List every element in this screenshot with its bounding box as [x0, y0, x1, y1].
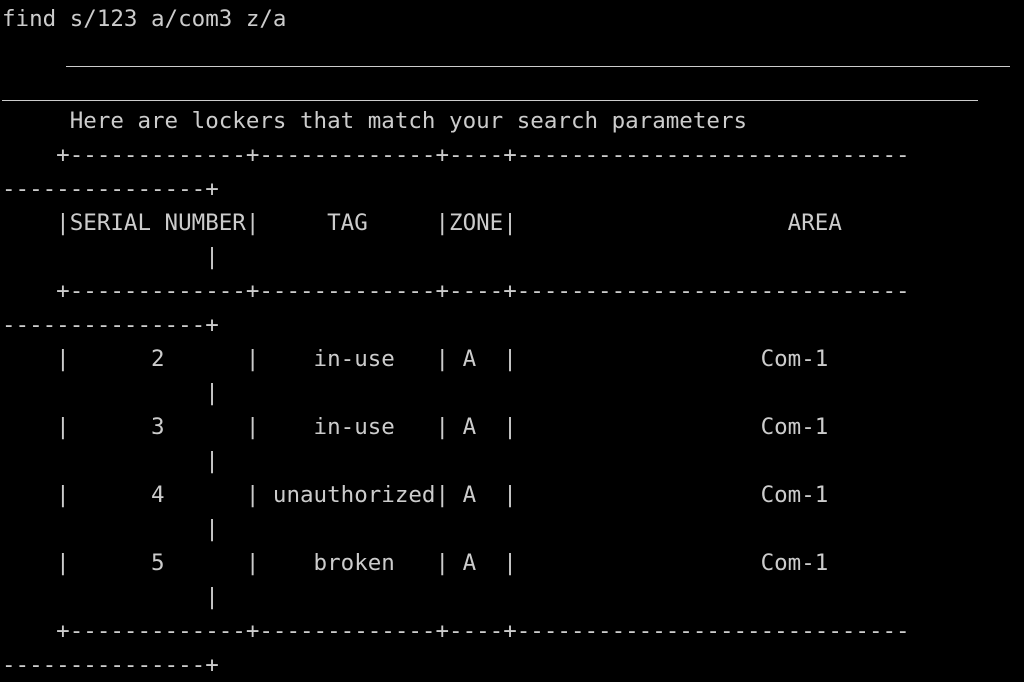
table-header-row: |SERIAL NUMBER| TAG |ZONE| AREA — [2, 210, 842, 236]
table-row: | 3 | in-use | A | Com-1 — [2, 414, 829, 440]
table-row-wrap: | — [2, 380, 219, 406]
table-row-wrap: | — [2, 516, 219, 542]
table-row-wrap: | — [2, 584, 219, 610]
table-row-wrap: | — [2, 448, 219, 474]
terminal-line-result-header: Here are lockers that match your search … — [2, 108, 748, 134]
table-border-line: +-------------+-------------+----+------… — [2, 278, 910, 304]
terminal-window[interactable]: find s/123 a/com3 z/a Here are lockers t… — [0, 0, 1024, 678]
table-border-line: ---------------+ — [2, 176, 219, 202]
table-border-line: +-------------+-------------+----+------… — [2, 142, 910, 168]
table-row: | 5 | broken | A | Com-1 — [2, 550, 829, 576]
separator-rule-bottom — [2, 100, 978, 101]
terminal-line-command: find s/123 a/com3 z/a — [2, 6, 287, 32]
table-border-line: ---------------+ — [2, 652, 219, 678]
table-row: | 4 | unauthorized| A | Com-1 — [2, 482, 829, 508]
table-row-wrap: | — [2, 244, 219, 270]
separator-rule-top — [66, 66, 1010, 67]
table-row: | 2 | in-use | A | Com-1 — [2, 346, 829, 372]
table-border-line: +-------------+-------------+----+------… — [2, 618, 910, 644]
table-border-line: ---------------+ — [2, 312, 219, 338]
